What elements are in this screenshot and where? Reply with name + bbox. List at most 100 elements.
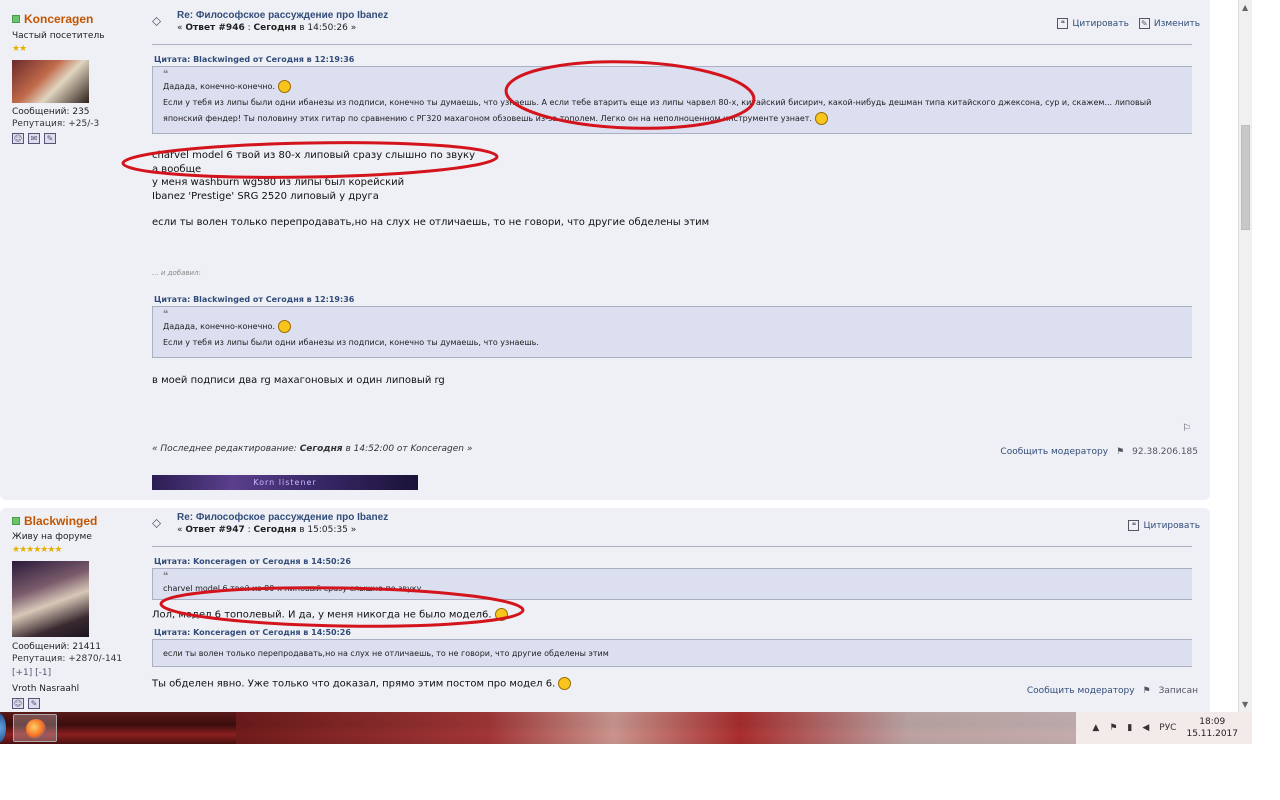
quote-header[interactable]: Цитата: Blackwinged от Сегодня в 12:19:3… — [152, 289, 1192, 307]
poster-name-label[interactable]: Blackwinged — [24, 514, 97, 528]
profile-icon[interactable]: ☺ — [12, 698, 24, 709]
post-meta: « Ответ #947 : Сегодня в 15:05:35 » — [177, 525, 357, 535]
browser-viewport: Konceragen Частый посетитель ★★ Сообщени… — [0, 0, 1238, 712]
post-actions: ❝ Цитировать — [1128, 520, 1200, 531]
firefox-icon — [26, 719, 46, 739]
karma-links[interactable]: [+1] [-1] — [12, 668, 142, 678]
quote-text: японский фендер! Ты половину этих гитар … — [163, 114, 812, 123]
post-subject[interactable]: Re: Философское рассуждение про Ibanez — [177, 10, 388, 21]
quote-text: Дадада, конечно-конечно. — [163, 82, 275, 91]
profile-icons: ☺ ✎ — [12, 698, 142, 709]
reply-number[interactable]: Ответ #947 — [185, 525, 244, 535]
smiley-icon — [277, 319, 291, 333]
time-prefix: в — [299, 23, 305, 33]
report-icon[interactable]: ⚐ — [1182, 423, 1191, 434]
message-line: если ты волен только перепродавать,но на… — [152, 217, 710, 228]
quote-line: Если у тебя из липы были одни ибанезы из… — [163, 337, 539, 347]
scroll-up-icon[interactable]: ▲ — [1242, 3, 1248, 12]
post-date: Сегодня — [253, 525, 297, 535]
post-icon: ⬦ — [152, 14, 162, 29]
firefox-taskbar-button[interactable] — [13, 714, 57, 742]
quote-line: Дадада, конечно-конечно. — [163, 319, 1182, 335]
grin-smiley-icon — [494, 608, 508, 621]
post-icon: ⬦ — [152, 516, 162, 531]
poster-name[interactable]: Blackwinged — [12, 514, 142, 528]
tray-arrow-icon[interactable]: ▲ — [1092, 723, 1099, 733]
report-to-moderator-link[interactable]: Сообщить модератору — [1027, 686, 1135, 696]
quote-mark-icon: ❝ — [163, 571, 169, 582]
quote-line: Если у тебя из липы были одни ибанезы из… — [163, 98, 1152, 107]
taskbar-wallpaper — [236, 712, 1076, 744]
logged-label: Записан — [1158, 686, 1198, 696]
poster-signature-name: Vroth Nasraahl — [12, 684, 80, 694]
time-prefix: в — [299, 525, 305, 535]
scroll-down-icon[interactable]: ▼ — [1242, 700, 1248, 709]
quote-body: ❝ Дадада, конечно-конечно. Если у тебя и… — [152, 67, 1192, 134]
message-line: у меня washburn wg580 из липы был корейс… — [152, 177, 405, 188]
message-line: Ты обделен явно. Уже только что доказал,… — [152, 678, 556, 690]
pm-icon[interactable]: ✎ — [28, 698, 40, 709]
scroll-thumb[interactable] — [1241, 125, 1250, 230]
post-time: 14:50:26 — [307, 23, 348, 33]
edit-button[interactable]: ✎ Изменить — [1138, 18, 1200, 29]
post-date: Сегодня — [253, 23, 297, 33]
quote-mark-icon: ❝ — [163, 308, 169, 320]
poster-rank: Частый посетитель — [12, 31, 105, 41]
clock-time: 18:09 — [1199, 717, 1226, 727]
quote-header[interactable]: Цитата: Blackwinged от Сегодня в 12:19:3… — [152, 49, 1192, 67]
quote-body: если ты волен только перепродавать,но на… — [152, 640, 1192, 667]
quote-line: charvel model 6 твой из 80-х липовый сра… — [163, 584, 422, 593]
report-row: Сообщить модератору ⚑ 92.38.206.185 — [1000, 447, 1198, 457]
quote-header[interactable]: Цитата: Konceragen от Сегодня в 14:50:26 — [152, 551, 1192, 569]
message-line: charvel model 6 твой из 80-х липовый сра… — [152, 150, 475, 161]
clock[interactable]: 18:09 15.11.2017 — [1186, 716, 1238, 740]
clock-date: 15.11.2017 — [1186, 729, 1238, 739]
quote-header[interactable]: Цитата: Konceragen от Сегодня в 14:50:26 — [152, 622, 1192, 640]
screen: Konceragen Частый посетитель ★★ Сообщени… — [0, 0, 1280, 800]
system-tray: ▲ ⚑ ▮ ◀ РУС 18:09 15.11.2017 — [1076, 712, 1252, 744]
message-line: Лол, модел 6 тополевый. И да, у меня ник… — [152, 609, 492, 621]
edit-icon: ✎ — [1138, 18, 1150, 29]
ip-address: 92.38.206.185 — [1132, 447, 1198, 457]
signature-banner: Korn listener — [152, 475, 418, 490]
quote-body: ❝ Дадада, конечно-конечно. Если у тебя и… — [152, 306, 1192, 358]
logged-icon: ⚑ — [1142, 686, 1151, 696]
network-error-icon[interactable]: ⚑ — [1109, 723, 1117, 733]
start-button-icon[interactable] — [0, 713, 6, 743]
post-subject[interactable]: Re: Философское рассуждение про Ibanez — [177, 512, 388, 523]
email-icon[interactable]: ✉ — [28, 133, 40, 144]
report-to-moderator-link[interactable]: Сообщить модератору — [1000, 447, 1108, 457]
smiley-icon — [277, 80, 291, 93]
vertical-scrollbar[interactable]: ▲ ▼ — [1238, 0, 1252, 712]
quote-button[interactable]: ❝ Цитировать — [1128, 520, 1200, 531]
quote-body: ❝ charvel model 6 твой из 80-х липовый с… — [152, 569, 1192, 600]
quote-button-label[interactable]: Цитировать — [1072, 19, 1129, 29]
edit-date: Сегодня — [299, 444, 343, 454]
quote-button-label[interactable]: Цитировать — [1143, 521, 1200, 531]
message-count: Сообщений: 235 — [12, 107, 90, 117]
poster-name[interactable]: Konceragen — [12, 12, 142, 26]
quote-icon: ❝ — [1057, 18, 1069, 29]
quote-text: Дадада, конечно-конечно. — [163, 321, 275, 331]
quote-button[interactable]: ❝ Цитировать — [1057, 18, 1129, 29]
avatar — [12, 561, 89, 637]
language-indicator[interactable]: РУС — [1159, 723, 1176, 733]
message-text: charvel model 6 твой из 80-х липовый сра… — [152, 149, 1192, 230]
pm-icon[interactable]: ✎ — [44, 133, 56, 144]
quote-mark-icon: ❝ — [163, 69, 169, 80]
message-text: Лол, модел 6 тополевый. И да, у меня ник… — [152, 608, 1192, 622]
edit-button-label[interactable]: Изменить — [1154, 19, 1200, 29]
message-line: а вообще — [152, 163, 202, 175]
poster-name-label[interactable]: Konceragen — [24, 12, 93, 26]
signal-icon[interactable]: ▮ — [1127, 723, 1132, 733]
edit-prefix: « Последнее редактирование: — [152, 444, 297, 454]
profile-icon[interactable]: ☺ — [12, 133, 24, 144]
avatar — [12, 60, 89, 103]
poster-info: Konceragen Частый посетитель ★★ Сообщени… — [12, 12, 142, 144]
post-meta: « Ответ #946 : Сегодня в 14:50:26 » — [177, 23, 357, 33]
reply-number[interactable]: Ответ #946 — [185, 23, 244, 33]
quote-line: если ты волен только перепродавать,но на… — [163, 649, 609, 658]
online-status-icon — [12, 15, 20, 23]
quote-line: японский фендер! Ты половину этих гитар … — [163, 111, 1182, 127]
volume-icon[interactable]: ◀ — [1142, 723, 1149, 733]
